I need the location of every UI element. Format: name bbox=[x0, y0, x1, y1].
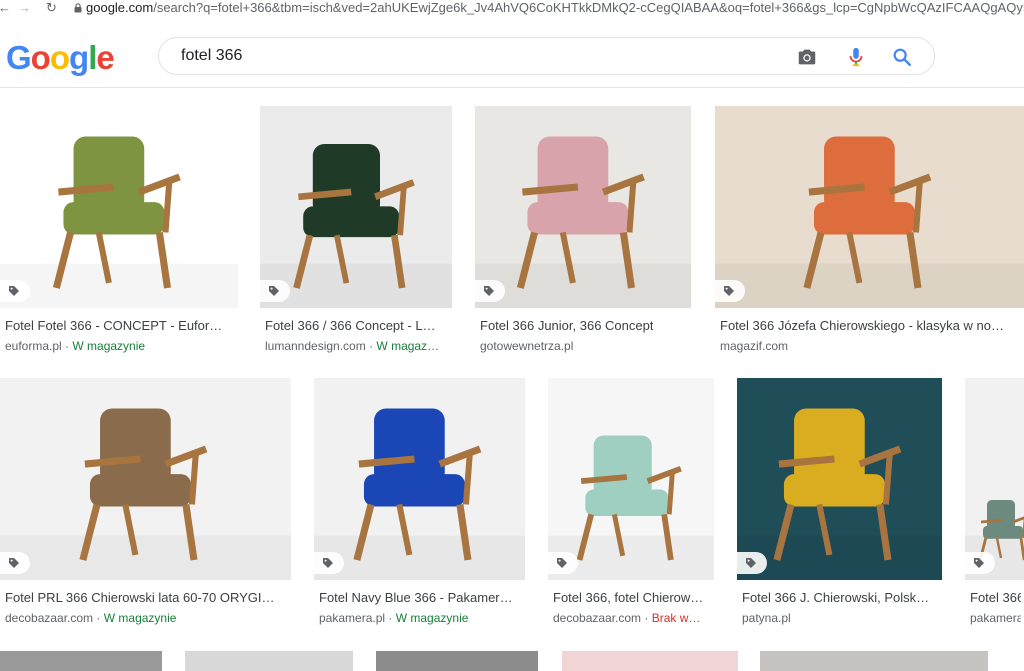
result-source[interactable]: decobazaar.com · Brak w… bbox=[553, 611, 700, 625]
image-result[interactable]: Fotel 366 Junior, 366 Concept gotowewnetr… bbox=[475, 106, 691, 366]
image-thumbnail[interactable] bbox=[548, 378, 714, 580]
source-site: lumanndesign.com bbox=[265, 339, 366, 353]
result-source[interactable]: decobazaar.com · W magazynie bbox=[5, 611, 176, 625]
image-thumbnail[interactable] bbox=[965, 378, 1024, 580]
result-source[interactable]: euforma.pl · W magazynie bbox=[5, 339, 145, 353]
search-query: fotel 366 bbox=[181, 47, 243, 64]
stock-status: W magazynie bbox=[395, 611, 469, 625]
image-thumbnail[interactable] bbox=[715, 106, 1024, 308]
source-separator: · bbox=[385, 611, 396, 625]
chair-image bbox=[548, 378, 714, 580]
chair-image bbox=[715, 106, 1024, 308]
product-tag-icon bbox=[965, 552, 995, 574]
source-site: pakamera.pl bbox=[319, 611, 386, 625]
image-result[interactable]: Fotel Fotel 366 - CONCEPT - Eufor… euform… bbox=[0, 106, 238, 366]
url-path: /search?q=fotel+366&tbm=isch&ved=2ahUKEw… bbox=[153, 0, 1024, 15]
image-result[interactable]: Fotel 366 / 366 Concept - L… lumanndesign… bbox=[260, 106, 452, 366]
source-site: decobazaar.com bbox=[553, 611, 642, 625]
result-source[interactable]: magazif.com bbox=[720, 339, 788, 353]
chair-image bbox=[965, 378, 1024, 580]
result-title[interactable]: Fotel 366 J. Chierowski, Polsk… bbox=[742, 590, 929, 605]
image-result[interactable]: Fotel PRL 366 Chierowski lata 60-70 ORYG… bbox=[0, 378, 291, 638]
product-tag-icon bbox=[737, 552, 767, 574]
lock-icon bbox=[74, 3, 82, 13]
result-title[interactable]: Fotel 366 bbox=[970, 590, 1021, 605]
result-title[interactable]: Fotel Navy Blue 366 - Pakamer… bbox=[319, 590, 513, 605]
microphone-icon[interactable] bbox=[845, 46, 867, 68]
image-thumbnail[interactable] bbox=[376, 651, 538, 671]
image-thumbnail[interactable] bbox=[475, 106, 691, 308]
source-separator: · bbox=[365, 339, 377, 353]
address-bar[interactable]: google.com/search?q=fotel+366&tbm=isch&v… bbox=[86, 0, 1024, 18]
result-title[interactable]: Fotel Fotel 366 - CONCEPT - Eufor… bbox=[5, 318, 222, 333]
product-tag-icon bbox=[715, 280, 745, 302]
chair-image bbox=[0, 106, 238, 308]
reload-icon[interactable]: ↻ bbox=[46, 0, 57, 18]
image-thumbnail[interactable] bbox=[737, 378, 942, 580]
chair-image bbox=[475, 106, 691, 308]
chair-image bbox=[314, 378, 525, 580]
search-input[interactable]: fotel 366 bbox=[158, 37, 935, 75]
source-separator: · bbox=[93, 611, 104, 625]
chair-image bbox=[0, 378, 291, 580]
source-site: gotowewnetrza.pl bbox=[480, 339, 574, 353]
source-site: euforma.pl bbox=[5, 339, 62, 353]
result-source[interactable]: pakamera bbox=[970, 611, 1021, 625]
product-tag-icon bbox=[314, 552, 344, 574]
browser-toolbar: ← → ↻ google.com/search?q=fotel+366&tbm=… bbox=[0, 0, 1024, 18]
image-thumbnail[interactable] bbox=[260, 106, 452, 308]
result-source[interactable]: gotowewnetrza.pl bbox=[480, 339, 573, 353]
source-site: magazif.com bbox=[720, 339, 789, 353]
back-icon[interactable]: ← bbox=[0, 0, 11, 18]
search-header: Google fotel 366 bbox=[0, 18, 1024, 88]
stock-status: W magazynie bbox=[72, 339, 146, 353]
result-source[interactable]: patyna.pl bbox=[742, 611, 791, 625]
result-title[interactable]: Fotel 366, fotel Chierow… bbox=[553, 590, 703, 605]
product-tag-icon bbox=[260, 280, 290, 302]
image-result[interactable]: Fotel 366, fotel Chierow… decobazaar.com … bbox=[548, 378, 714, 638]
image-result[interactable]: Fotel Navy Blue 366 - Pakamer… pakamera.p… bbox=[314, 378, 525, 638]
result-title[interactable]: Fotel 366 Junior, 366 Concept bbox=[480, 318, 653, 333]
forward-icon[interactable]: → bbox=[18, 0, 31, 18]
google-logo[interactable]: Google bbox=[6, 38, 115, 78]
camera-icon[interactable] bbox=[796, 46, 818, 68]
image-thumbnail[interactable] bbox=[0, 378, 291, 580]
product-tag-icon bbox=[0, 280, 30, 302]
image-thumbnail[interactable] bbox=[760, 651, 988, 671]
stock-status: W magaz… bbox=[376, 339, 440, 353]
source-site: pakamera bbox=[970, 611, 1021, 625]
image-thumbnail[interactable] bbox=[0, 106, 238, 308]
chair-image bbox=[260, 106, 452, 308]
image-thumbnail[interactable] bbox=[562, 651, 738, 671]
product-tag-icon bbox=[475, 280, 505, 302]
stock-status: Brak w… bbox=[651, 611, 701, 625]
image-result[interactable]: Fotel 366 J. Chierowski, Polsk… patyna.pl bbox=[737, 378, 942, 638]
product-tag-icon bbox=[548, 552, 578, 574]
url-host: google.com bbox=[86, 0, 154, 15]
chair-image bbox=[737, 378, 942, 580]
product-tag-icon bbox=[0, 552, 30, 574]
source-site: decobazaar.com bbox=[5, 611, 94, 625]
image-thumbnail[interactable] bbox=[185, 651, 353, 671]
image-thumbnail[interactable] bbox=[314, 378, 525, 580]
result-title[interactable]: Fotel 366 / 366 Concept - L… bbox=[265, 318, 436, 333]
result-title[interactable]: Fotel 366 Józefa Chierowskiego - klasyka… bbox=[720, 318, 1004, 333]
image-result[interactable]: Fotel 366 Józefa Chierowskiego - klasyka… bbox=[715, 106, 1024, 366]
source-site: patyna.pl bbox=[742, 611, 791, 625]
image-thumbnail[interactable] bbox=[0, 651, 162, 671]
source-separator: · bbox=[641, 611, 652, 625]
stock-status: W magazynie bbox=[103, 611, 177, 625]
source-separator: · bbox=[61, 339, 73, 353]
search-icon[interactable] bbox=[891, 46, 913, 68]
result-source[interactable]: pakamera.pl · W magazynie bbox=[319, 611, 468, 625]
image-result[interactable]: Fotel 366 pakamera bbox=[965, 378, 1024, 638]
result-source[interactable]: lumanndesign.com · W magaz… bbox=[265, 339, 439, 353]
result-title[interactable]: Fotel PRL 366 Chierowski lata 60-70 ORYG… bbox=[5, 590, 275, 605]
